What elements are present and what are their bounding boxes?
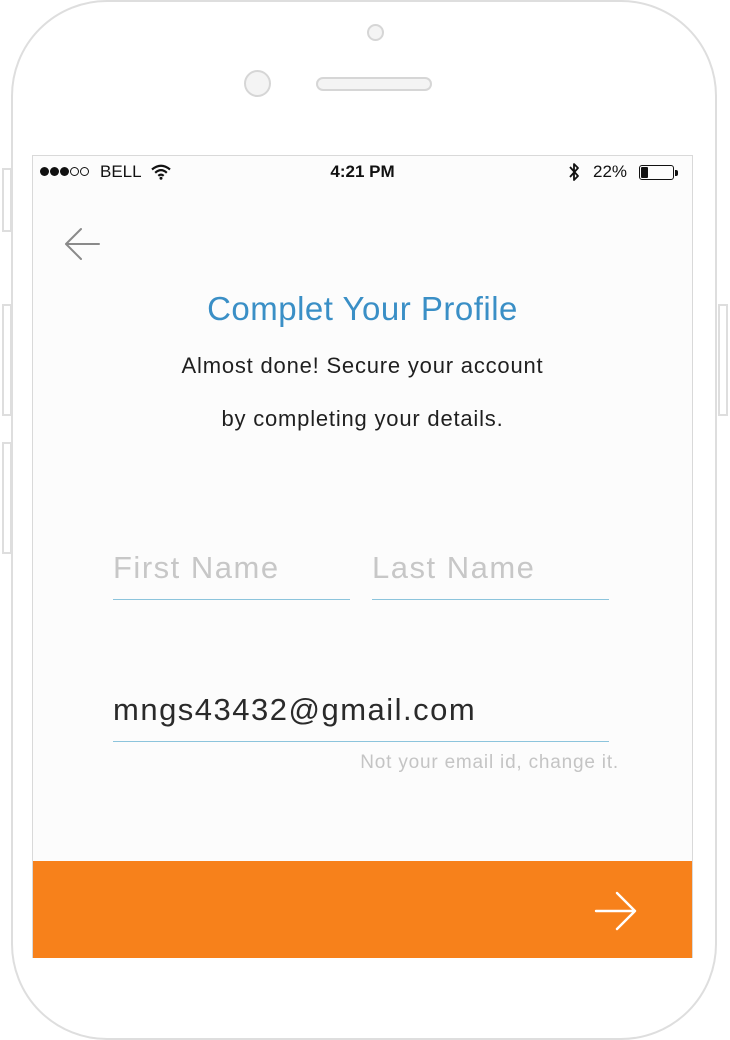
app-screen: BELL 4:21 PM 22% Complet Your Profile Al… — [32, 155, 693, 958]
earpiece-speaker — [316, 77, 432, 91]
battery-level-fill — [641, 167, 649, 178]
arrow-left-icon — [65, 228, 100, 260]
battery-terminal — [675, 170, 678, 176]
volume-down-button — [2, 442, 12, 554]
battery-percent: 22% — [593, 162, 628, 181]
last-name-field — [372, 536, 609, 600]
next-button[interactable] — [33, 861, 692, 958]
volume-up-button — [2, 304, 12, 416]
page-title: Complet Your Profile — [207, 290, 518, 327]
subtitle-line-1: Almost done! Secure your account — [181, 353, 544, 378]
last-name-input[interactable] — [372, 536, 609, 599]
email-field — [113, 678, 609, 742]
back-button[interactable] — [63, 226, 103, 262]
bluetooth-icon — [569, 163, 579, 181]
status-bar: BELL 4:21 PM 22% — [33, 156, 692, 190]
front-camera — [367, 24, 384, 41]
change-email-link[interactable]: Not your email id, change it. — [33, 752, 619, 774]
proximity-sensor — [244, 70, 271, 97]
battery-icon — [639, 165, 674, 180]
email-input[interactable] — [113, 678, 609, 741]
power-button — [718, 304, 728, 416]
first-name-field — [113, 536, 350, 600]
mute-switch — [2, 168, 12, 232]
first-name-input[interactable] — [113, 536, 350, 599]
subtitle-line-2: by completing your details. — [221, 406, 504, 431]
arrow-right-icon — [594, 891, 637, 931]
